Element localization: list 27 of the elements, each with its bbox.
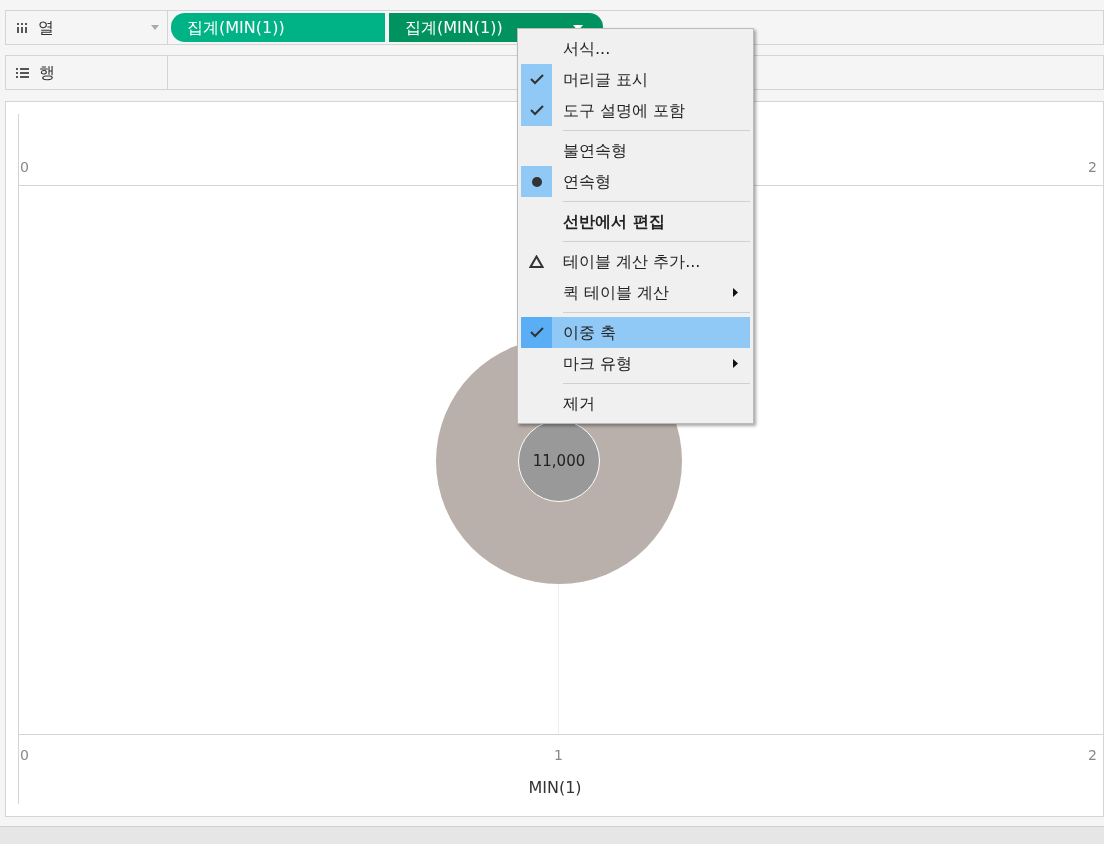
dropdown-icon[interactable] xyxy=(151,25,159,30)
columns-icon xyxy=(16,22,28,33)
axis-tick-label: 1 xyxy=(554,746,563,765)
axis-tick-label: 2 xyxy=(1088,158,1097,177)
axis-tick-label: 0 xyxy=(20,746,29,765)
menu-item[interactable]: 제거 xyxy=(521,388,750,419)
radio-dot-icon xyxy=(531,176,542,187)
menu-item[interactable]: 도구 설명에 포함 xyxy=(521,95,750,126)
menu-item[interactable]: 불연속형 xyxy=(521,135,750,166)
shelf-title: 행 xyxy=(39,61,56,84)
check-icon xyxy=(529,105,544,116)
menu-item[interactable]: 이중 축 xyxy=(521,317,750,348)
triangle-icon xyxy=(529,255,544,268)
menu-item[interactable]: 테이블 계산 추가... xyxy=(521,246,750,277)
check-icon xyxy=(529,74,544,85)
menu-item[interactable]: 머리글 표시 xyxy=(521,64,750,95)
shelf-title: 열 xyxy=(38,16,55,39)
menu-item[interactable]: 연속형 xyxy=(521,166,750,197)
menu-item[interactable]: 퀵 테이블 계산 xyxy=(521,277,750,308)
menu-item[interactable]: 마크 유형 xyxy=(521,348,750,379)
menu-item[interactable]: 선반에서 편집 xyxy=(521,206,750,237)
mark-label: 11,000 xyxy=(532,450,586,472)
axis-title: MIN(1) xyxy=(528,777,582,799)
check-icon xyxy=(529,327,544,338)
rows-icon xyxy=(16,67,29,78)
axis-tick-label: 0 xyxy=(20,158,29,177)
axis-tick-label: 2 xyxy=(1088,746,1097,765)
